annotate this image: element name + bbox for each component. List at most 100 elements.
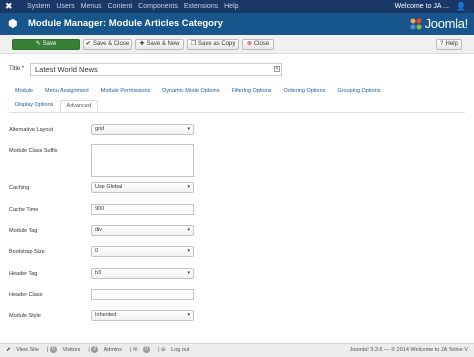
bootstrap-size-value: 0 — [95, 248, 99, 254]
user-icon[interactable]: 👤 — [456, 2, 466, 11]
save-button[interactable]: ✎ Save — [12, 39, 80, 50]
joomla-logo-icon[interactable]: ✖ — [5, 2, 14, 11]
toolbar: ✎ Save ✔ Save & Close ✚ Save & New ❐ Sav… — [0, 35, 474, 54]
messages-count-badge: 0 — [143, 346, 151, 354]
external-link-icon: ⬈ — [6, 347, 11, 353]
module-style-value: Inherited — [95, 312, 117, 318]
header-class-input[interactable] — [91, 289, 194, 300]
module-tag-label: Module Tag — [9, 228, 38, 234]
header-class-label: Header Class — [9, 292, 43, 298]
cache-time-input[interactable]: 900 — [91, 204, 194, 215]
tab-ordering-options[interactable]: Ordering Options — [278, 86, 332, 96]
tab-menu-assignment[interactable]: Menu Assignment — [39, 86, 95, 96]
module-style-label: Module Style — [9, 313, 41, 319]
status-bar: ⬈ View Site | 0 Visitors | 2 Admins | ✉ … — [0, 343, 474, 357]
logout-label: Log out — [171, 347, 190, 353]
minus-icon: ⊖ — [161, 347, 166, 353]
menu-content[interactable]: Content — [108, 0, 133, 13]
main-menu: System Users Menus Content Components Ex… — [27, 0, 245, 13]
class-suffix-textarea[interactable] — [91, 144, 194, 177]
view-site-label: View Site — [16, 347, 39, 353]
menu-help[interactable]: Help — [224, 0, 238, 13]
tab-advanced[interactable]: Advanced — [59, 100, 98, 112]
menu-components[interactable]: Components — [138, 0, 178, 13]
messages-status[interactable]: | ✉ 0 — [130, 344, 154, 357]
help-label: Help — [445, 41, 458, 47]
caching-value: Use Global — [95, 184, 123, 190]
title-label: Title * — [9, 66, 25, 72]
top-navbar: ✖ System Users Menus Content Components … — [0, 0, 474, 13]
menu-users[interactable]: Users — [56, 0, 74, 13]
joomla-brand: Joomla! — [409, 16, 468, 31]
save-copy-button[interactable]: ❐ Save as Copy — [187, 39, 239, 50]
tab-module[interactable]: Module — [9, 86, 39, 96]
cache-time-label: Cache Time — [9, 207, 39, 213]
title-edit-icon[interactable]: ✎ — [274, 66, 280, 72]
module-tag-value: div — [95, 227, 103, 233]
copy-icon: ❐ — [190, 41, 197, 47]
alt-layout-label: Alternative Layout — [9, 127, 54, 133]
save-label: Save — [42, 41, 57, 47]
save-close-button[interactable]: ✔ Save & Close — [83, 39, 132, 50]
save-new-button[interactable]: ✚ Save & New — [135, 39, 184, 50]
alt-layout-select[interactable]: grid ▾ — [91, 124, 194, 135]
tab-display-options[interactable]: Display Options — [9, 100, 60, 112]
logout-link[interactable]: | ⊖ Log out — [158, 344, 193, 357]
tab-grouping-options[interactable]: Grouping Options — [331, 86, 386, 96]
class-suffix-label: Module Class Suffix — [9, 148, 58, 154]
caching-select[interactable]: Use Global ▾ — [91, 182, 194, 193]
chevron-down-icon: ▾ — [187, 248, 190, 254]
page-header: ⬢ Module Manager: Module Articles Catego… — [0, 13, 474, 35]
page-title: Module Manager: Module Articles Category — [28, 18, 223, 29]
help-icon: ? — [440, 41, 444, 47]
view-site-link[interactable]: ⬈ View Site — [6, 344, 43, 357]
caching-label: Caching — [9, 185, 30, 191]
tab-divider — [9, 112, 465, 113]
edit-icon: ✎ — [35, 41, 41, 47]
save-close-label: Save & Close — [92, 41, 130, 47]
save-copy-label: Save as Copy — [198, 41, 236, 47]
close-icon: ⊗ — [246, 41, 252, 47]
close-button[interactable]: ⊗ Close — [242, 39, 274, 50]
visitors-count-badge: 0 — [49, 346, 57, 354]
tab-filtering-options[interactable]: Filtering Options — [225, 86, 277, 96]
admins-label: Admins — [103, 347, 122, 353]
visitors-label: Visitors — [62, 347, 81, 353]
chevron-down-icon: ▾ — [187, 270, 190, 276]
menu-extensions[interactable]: Extensions — [184, 0, 218, 13]
copyright-text: Joomla! 3.3.6 — © 2014 Welcome to JA Tel… — [349, 347, 469, 353]
brand-name: Joomla! — [424, 16, 469, 31]
title-input[interactable]: Latest World News — [30, 63, 282, 76]
plus-icon: ✚ — [139, 41, 145, 47]
menu-system[interactable]: System — [27, 0, 50, 13]
visitors-status: | 0 Visitors — [46, 346, 81, 354]
header-tag-label: Header Tag — [9, 271, 38, 277]
module-style-select[interactable]: Inherited ▾ — [91, 310, 194, 321]
chevron-down-icon: ▾ — [187, 126, 190, 132]
check-icon: ✔ — [85, 41, 91, 47]
joomla-brand-icon — [410, 18, 422, 29]
site-welcome-link[interactable]: Welcome to JA ... — [395, 0, 449, 13]
envelope-icon: ✉ — [132, 347, 138, 353]
save-new-label: Save & New — [146, 41, 180, 47]
tab-module-permissions[interactable]: Module Permissions — [95, 86, 157, 96]
admins-status: | 2 Admins — [88, 346, 122, 354]
bootstrap-size-label: Bootstrap Size — [9, 249, 45, 255]
cube-icon: ⬢ — [8, 18, 18, 30]
admins-count-badge: 2 — [91, 346, 99, 354]
menu-menus[interactable]: Menus — [81, 0, 102, 13]
chevron-down-icon: ▾ — [187, 184, 190, 190]
help-button[interactable]: ? Help — [436, 39, 462, 50]
bootstrap-size-select[interactable]: 0 ▾ — [91, 246, 194, 257]
alt-layout-value: grid — [95, 126, 105, 132]
tab-dynamic-mode-options[interactable]: Dynamic Mode Options — [156, 86, 225, 96]
close-label: Close — [253, 41, 270, 47]
tabs-row-1: Module Menu Assignment Module Permission… — [9, 86, 387, 96]
chevron-down-icon: ▾ — [187, 312, 190, 318]
chevron-down-icon: ▾ — [187, 227, 190, 233]
header-tag-value: h3 — [95, 270, 102, 276]
module-tag-select[interactable]: div ▾ — [91, 225, 194, 236]
tabs-row-2: Display Options Advanced — [9, 100, 98, 112]
status-links: ⬈ View Site | 0 Visitors | 2 Admins | ✉ … — [6, 344, 198, 357]
header-tag-select[interactable]: h3 ▾ — [91, 268, 194, 279]
